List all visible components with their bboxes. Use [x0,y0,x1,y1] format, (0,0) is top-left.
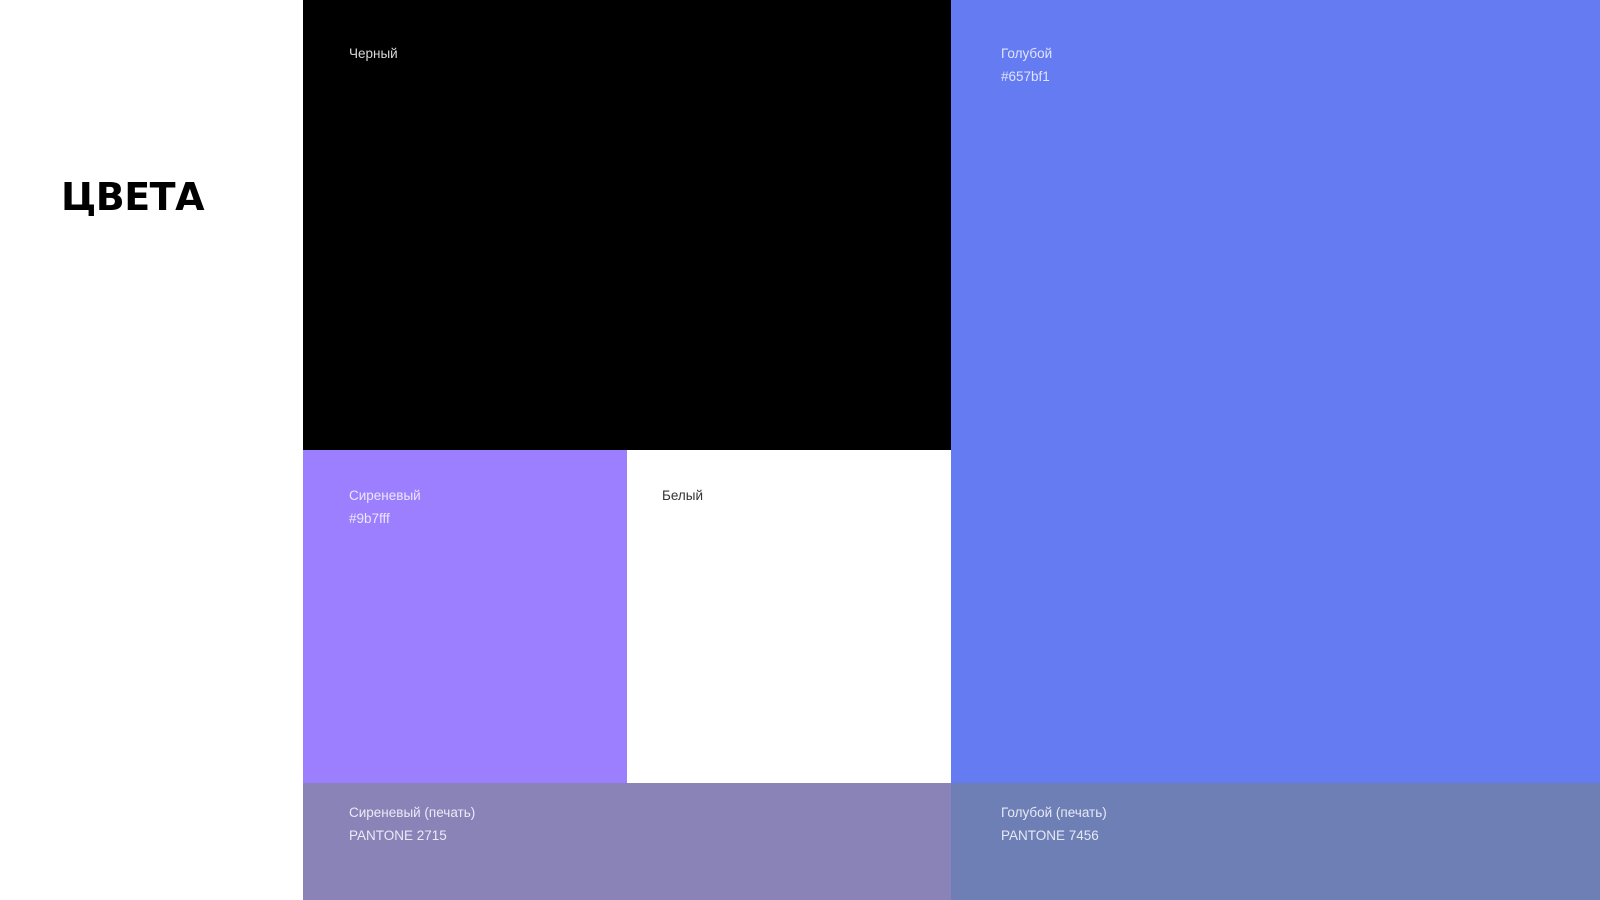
swatch-lilac-print: Сиреневый (печать) PANTONE 2715 [303,783,951,900]
swatch-blue-name: Голубой [1001,46,1053,61]
swatch-black-name: Черный [349,46,398,61]
swatch-black: Черный [303,0,951,450]
swatch-white: Белый [627,450,951,783]
swatch-blue: Голубой #657bf1 [951,0,1600,783]
swatch-lilac: Сиреневый #9b7fff [303,450,627,783]
swatch-lilac-name: Сиреневый [349,488,421,503]
swatch-lilac-code: #9b7fff [349,511,390,526]
swatch-white-name: Белый [662,488,704,503]
swatch-blue-print-name: Голубой (печать) [1001,805,1107,820]
swatch-lilac-print-code: PANTONE 2715 [349,828,447,843]
swatch-lilac-print-name: Сиреневый (печать) [349,805,476,820]
swatch-blue-print: Голубой (печать) PANTONE 7456 [951,783,1600,900]
colors-page: ЦВЕТА Черный Голубой #657bf1 Сиреневый #… [0,0,1600,900]
swatch-blue-code: #657bf1 [1001,69,1050,84]
page-title: ЦВЕТА [61,175,205,219]
swatch-blue-print-code: PANTONE 7456 [1001,828,1099,843]
